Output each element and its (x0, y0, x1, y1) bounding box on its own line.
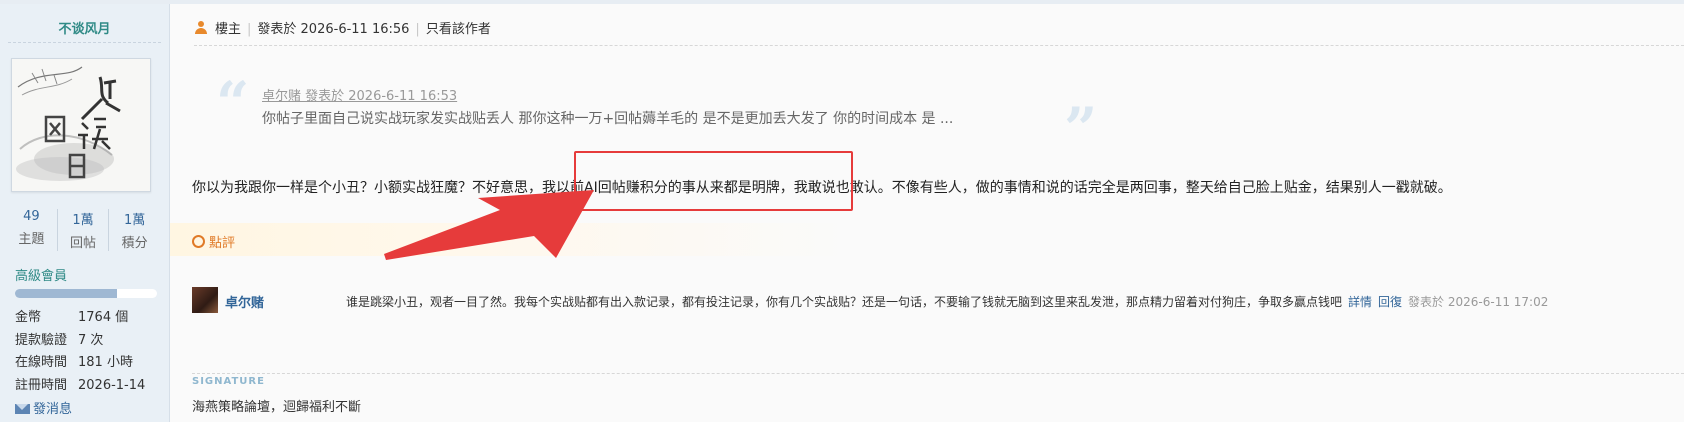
quote-body: 你帖子里面自己说实战玩家发实战贴丢人 那你这种一万+回帖薅羊毛的 是不是更加丢大… (262, 111, 954, 127)
stat-value: 1萬 (72, 213, 94, 228)
username-link[interactable]: 不谈风月 (0, 18, 169, 37)
stat-threads[interactable]: 49 主題 (6, 209, 57, 251)
quote-header-link[interactable]: 卓尔赌 發表於 2026-6-11 16:53 (262, 85, 457, 104)
envelope-icon (15, 404, 30, 414)
divider (8, 42, 161, 43)
user-stats: 49 主題 1萬 回帖 1萬 積分 (6, 209, 160, 251)
divider: | (247, 22, 252, 37)
highlight-box (574, 151, 853, 211)
send-message-link[interactable]: 發消息 (15, 398, 72, 417)
stat-value: 1萬 (124, 213, 146, 228)
open-quote-icon: “ (216, 69, 250, 137)
info-row-register-date: 註冊時間 2026-1-14 (15, 375, 145, 398)
ink-painting-avatar-icon (12, 59, 150, 191)
comment-body: 谁是跳梁小丑，观者一目了然。我每个实战贴都有出入款记录，都有投注记录，你有几个实… (346, 293, 1548, 310)
post-author-info: 樓主 | 發表於 2026-6-11 16:56 | 只看該作者 (194, 18, 491, 37)
info-value: 181 小時 (78, 355, 133, 370)
user-profile-panel: 不谈风月 49 主題 1萬 回帖 1萬 積分 高級會員 金幣 1764 個 提款… (0, 4, 170, 422)
comment-reply-link[interactable]: 回復 (1378, 295, 1402, 309)
red-arrow-icon (384, 190, 594, 260)
info-key: 提款驗證 (15, 332, 68, 348)
divider (192, 373, 1684, 374)
commenter-name-link[interactable]: 卓尔赌 (225, 292, 264, 311)
post-time: 發表於 2026-6-11 16:56 (257, 22, 410, 37)
quote-block: “ 卓尔赌 發表於 2026-6-11 16:53 你帖子里面自己说实战玩家发实… (216, 69, 1097, 158)
info-row-withdraw-verify: 提款驗證 7 次 (15, 330, 145, 353)
divider (194, 45, 1684, 46)
commenter-avatar[interactable] (192, 287, 218, 313)
comment-row: 卓尔赌 谁是跳梁小丑，观者一目了然。我每个实战贴都有出入款记录，都有投注记录，你… (192, 287, 1672, 315)
stat-value: 49 (23, 209, 40, 224)
only-author-link[interactable]: 只看該作者 (426, 22, 491, 37)
info-key: 金幣 (15, 310, 42, 325)
user-level[interactable]: 高級會員 (15, 265, 67, 284)
person-icon (194, 21, 208, 35)
stat-label: 主題 (18, 232, 45, 247)
circle-icon (192, 235, 205, 248)
level-progress-fill (15, 289, 118, 298)
close-quote-icon: ” (1064, 95, 1098, 163)
info-value: 2026-1-14 (78, 377, 146, 393)
stat-label: 積分 (121, 236, 148, 251)
info-row-online-time: 在線時間 181 小時 (15, 352, 145, 375)
signature-label: SIGNATURE (192, 376, 265, 387)
info-key: 在線時間 (15, 355, 68, 370)
stat-points[interactable]: 1萬 積分 (108, 209, 160, 251)
comment-time: 發表於 2026-6-11 17:02 (1408, 295, 1549, 309)
divider: | (415, 22, 420, 37)
info-value: 1764 個 (78, 310, 129, 325)
info-key: 註冊時間 (15, 377, 68, 393)
stat-label: 回帖 (70, 236, 97, 251)
info-value: 7 次 (78, 332, 104, 348)
author-role: 樓主 (215, 22, 242, 37)
avatar[interactable] (11, 58, 151, 192)
signature-text: 海燕策略論壇，迴歸福利不斷 (192, 400, 362, 415)
comment-detail-link[interactable]: 詳情 (1348, 295, 1372, 309)
stat-replies[interactable]: 1萬 回帖 (56, 209, 109, 251)
comment-text: 谁是跳梁小丑，观者一目了然。我每个实战贴都有出入款记录，都有投注记录，你有几个实… (346, 295, 1343, 309)
send-message-label: 發消息 (33, 402, 73, 417)
level-progress-bar (15, 289, 157, 298)
info-row-coins: 金幣 1764 個 (15, 307, 145, 330)
user-info-list: 金幣 1764 個 提款驗證 7 次 在線時間 181 小時 註冊時間 2026-1-1… (15, 307, 145, 397)
